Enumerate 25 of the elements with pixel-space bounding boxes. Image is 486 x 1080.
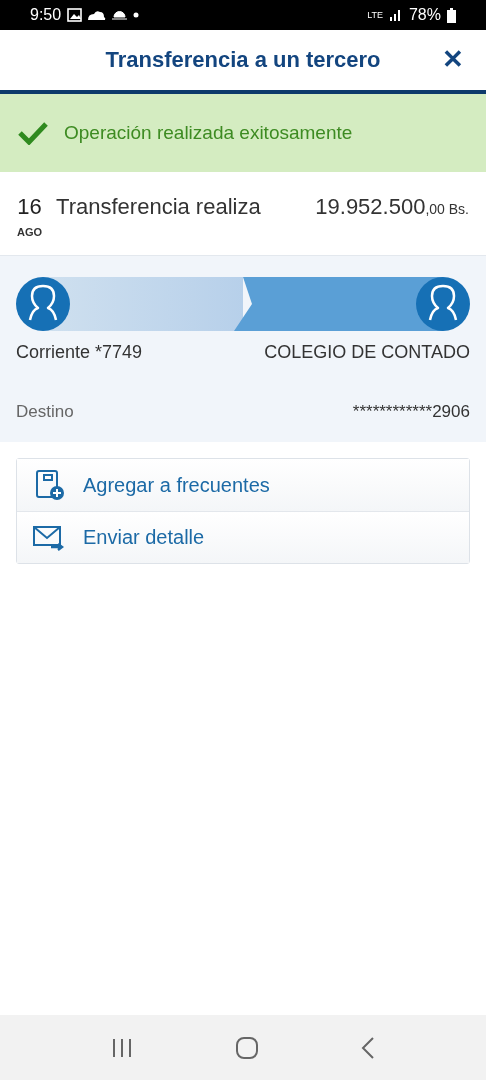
dot-icon xyxy=(133,12,140,18)
transaction-description: Transferencia realiza xyxy=(56,194,262,220)
date-month: AGO xyxy=(17,226,43,238)
close-button[interactable]: ✕ xyxy=(438,44,468,75)
transaction-amount: 19.952.500,00 Bs. xyxy=(315,194,469,220)
mail-send-icon xyxy=(33,524,65,551)
date-day: 16 xyxy=(17,194,42,220)
sun-icon xyxy=(112,10,128,20)
destination-name: COLEGIO DE CONTADO xyxy=(264,341,470,363)
action-item[interactable]: Enviar detalle xyxy=(17,511,469,563)
origin-account: Corriente *7749 xyxy=(16,341,143,363)
success-message: Operación realizada exitosamente xyxy=(64,122,353,144)
battery-percent: 78% xyxy=(408,6,441,24)
signal-icon xyxy=(388,8,403,22)
page-title: Transferencia a un tercero xyxy=(105,47,381,73)
destination-label: Destino xyxy=(16,402,74,422)
clock-time: 9:50 xyxy=(30,6,62,24)
network-type: LTE xyxy=(367,10,383,20)
battery-icon xyxy=(447,7,456,23)
action-item[interactable]: Agregar a frecuentes xyxy=(17,459,469,511)
checkmark-icon xyxy=(18,121,48,145)
image-icon xyxy=(67,8,83,22)
cloud-icon xyxy=(88,10,107,20)
notebook-add-icon xyxy=(33,469,65,501)
destination-account: ************2906 xyxy=(352,402,470,422)
